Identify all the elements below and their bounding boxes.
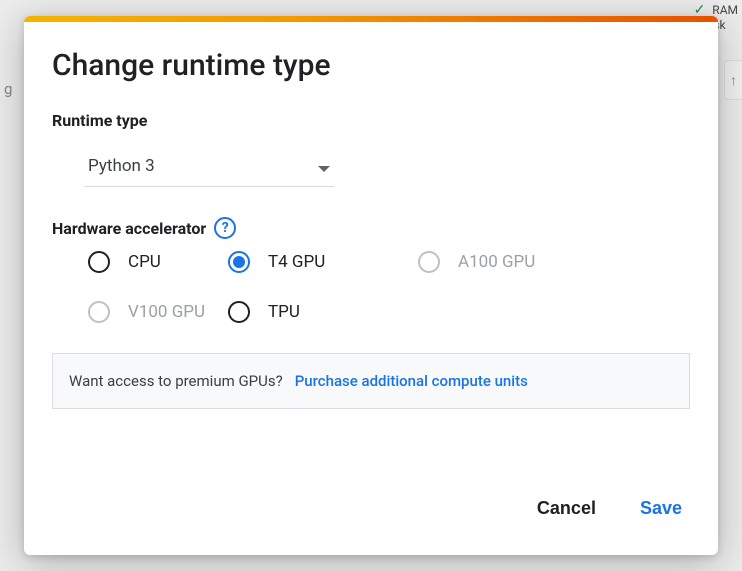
bg-text: g <box>4 80 12 98</box>
radio-label: A100 GPU <box>458 252 535 272</box>
radio-icon <box>228 251 250 273</box>
radio-label: TPU <box>268 302 300 322</box>
accelerator-radio-group: CPU T4 GPU A100 GPU V100 GPU TPU <box>88 251 690 323</box>
ram-label: RAM <box>712 3 738 17</box>
radio-icon <box>88 301 110 323</box>
runtime-type-select[interactable]: Python 3 <box>84 146 334 187</box>
radio-cpu[interactable]: CPU <box>88 251 228 273</box>
radio-label: T4 GPU <box>268 252 325 272</box>
radio-tpu[interactable]: TPU <box>228 301 418 323</box>
radio-a100-gpu: A100 GPU <box>418 251 618 273</box>
sidebar-toggle-icon: ↑ <box>724 60 742 100</box>
radio-label: CPU <box>128 252 161 272</box>
chevron-down-icon <box>318 157 330 176</box>
runtime-type-label: Runtime type <box>52 111 690 130</box>
radio-label: V100 GPU <box>128 302 205 322</box>
notice-text: Want access to premium GPUs? <box>69 372 283 390</box>
save-button[interactable]: Save <box>636 490 686 527</box>
radio-v100-gpu: V100 GPU <box>88 301 228 323</box>
dialog-footer: Cancel Save <box>24 472 718 555</box>
runtime-dialog: Change runtime type Runtime type Python … <box>24 16 718 555</box>
accelerator-label-text: Hardware accelerator <box>52 219 206 238</box>
premium-gpu-notice: Want access to premium GPUs? Purchase ad… <box>52 353 690 409</box>
cancel-button[interactable]: Cancel <box>533 490 600 527</box>
radio-icon <box>228 301 250 323</box>
dialog-title: Change runtime type <box>52 48 690 83</box>
help-icon[interactable]: ? <box>214 217 236 239</box>
radio-icon <box>88 251 110 273</box>
radio-icon <box>418 251 440 273</box>
dialog-body: Change runtime type Runtime type Python … <box>24 22 718 472</box>
radio-t4-gpu[interactable]: T4 GPU <box>228 251 418 273</box>
runtime-type-value: Python 3 <box>88 156 155 176</box>
accelerator-section-label: Hardware accelerator ? <box>52 217 690 239</box>
purchase-units-link[interactable]: Purchase additional compute units <box>295 372 528 390</box>
